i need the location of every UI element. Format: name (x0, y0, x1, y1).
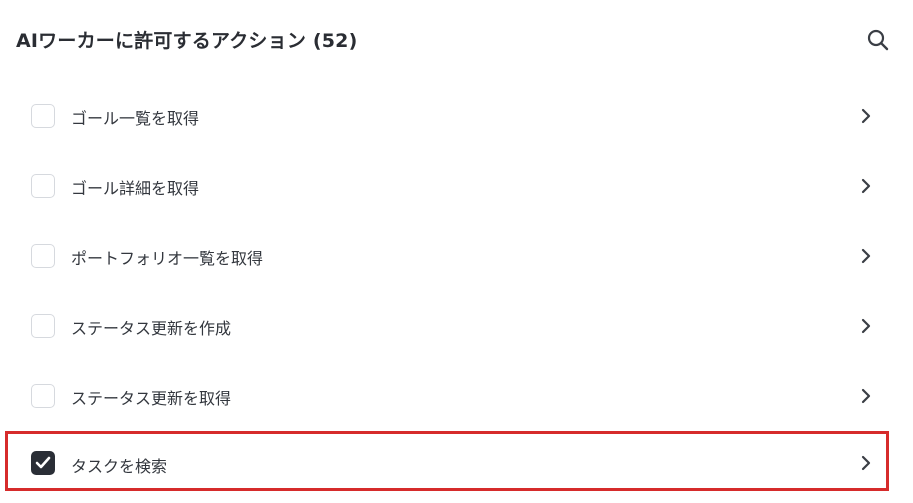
action-row-search-tasks[interactable]: タスクを検索 (5, 431, 889, 491)
action-label: ステータス更新を取得 (71, 389, 232, 408)
panel-header: AIワーカーに許可するアクション (52) (0, 0, 913, 78)
chevron-right-icon[interactable] (858, 453, 874, 473)
action-row-get-goal-detail[interactable]: ゴール詳細を取得 (8, 150, 886, 206)
action-checkbox-checked[interactable] (31, 451, 55, 475)
action-row-create-status-update[interactable]: ステータス更新を作成 (8, 290, 886, 346)
chevron-right-icon[interactable] (858, 176, 874, 196)
chevron-right-icon[interactable] (858, 106, 874, 126)
action-checkbox[interactable] (31, 384, 55, 408)
action-label: ステータス更新を作成 (71, 319, 232, 338)
page-title: AIワーカーに許可するアクション (52) (16, 30, 358, 52)
action-row-get-goal-list[interactable]: ゴール一覧を取得 (8, 80, 886, 136)
action-row-get-status-update[interactable]: ステータス更新を取得 (8, 360, 886, 416)
action-label: ポートフォリオ一覧を取得 (71, 249, 264, 268)
action-label: タスクを検索 (71, 457, 168, 476)
chevron-right-icon[interactable] (858, 246, 874, 266)
action-row-get-portfolio-list[interactable]: ポートフォリオ一覧を取得 (8, 220, 886, 276)
search-icon[interactable] (867, 29, 889, 51)
action-checkbox[interactable] (31, 244, 55, 268)
action-checkbox[interactable] (31, 104, 55, 128)
action-checkbox[interactable] (31, 174, 55, 198)
action-label: ゴール一覧を取得 (71, 109, 200, 128)
checkmark-icon (35, 456, 51, 469)
search-button[interactable] (864, 26, 892, 54)
chevron-right-icon[interactable] (858, 386, 874, 406)
action-checkbox[interactable] (31, 314, 55, 338)
action-label: ゴール詳細を取得 (71, 179, 200, 198)
chevron-right-icon[interactable] (858, 316, 874, 336)
